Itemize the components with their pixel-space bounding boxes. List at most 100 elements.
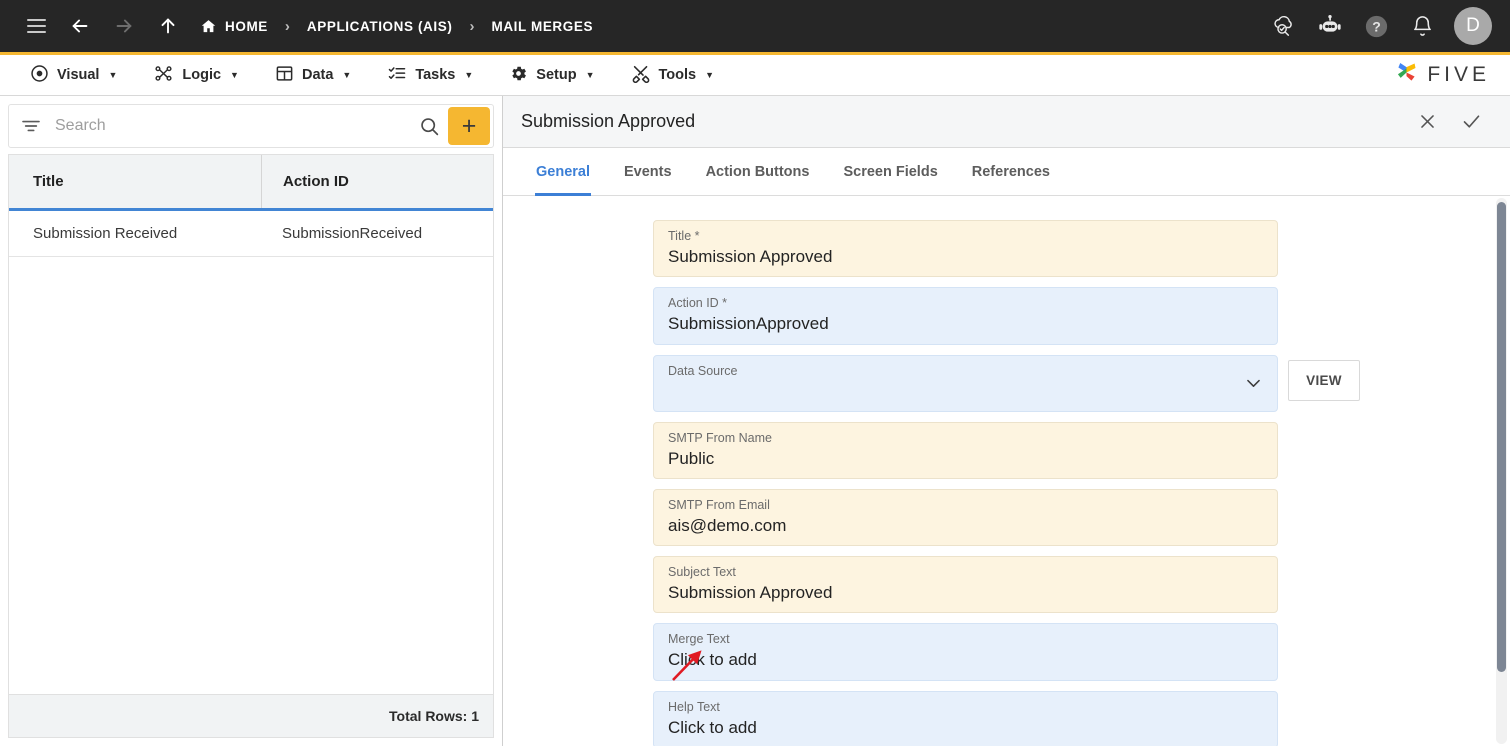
field-row-action-id: Action ID * SubmissionApproved	[653, 287, 1360, 344]
tab-screen-fields[interactable]: Screen Fields	[826, 148, 954, 195]
gear-icon	[509, 64, 528, 87]
tab-references[interactable]: References	[955, 148, 1067, 195]
plus-icon: +	[462, 114, 477, 139]
chevron-down-icon[interactable]	[1244, 374, 1263, 393]
main-content-area: + Title Action ID Submission Received Su…	[0, 96, 1510, 746]
field-label-subject-text: Subject Text	[668, 565, 1263, 580]
field-merge-text[interactable]: Merge Text Click to add	[653, 623, 1278, 680]
detail-panel-actions	[1414, 109, 1496, 135]
field-label-smtp-from-name: SMTP From Name	[668, 431, 1263, 446]
breadcrumb-label-home: HOME	[225, 19, 268, 34]
field-label-merge-text: Merge Text	[668, 632, 1263, 647]
field-smtp-from-email[interactable]: SMTP From Email ais@demo.com	[653, 489, 1278, 546]
breadcrumb-label-applications: APPLICATIONS (AIS)	[307, 19, 453, 34]
menu-item-setup[interactable]: Setup ▼	[491, 55, 612, 95]
breadcrumb-separator-2: ›	[469, 18, 474, 35]
breadcrumb-item-home[interactable]: HOME	[200, 18, 268, 35]
field-label-title: Title *	[668, 229, 1263, 244]
menu-item-tools[interactable]: Tools ▼	[613, 55, 733, 95]
tab-label-screen-fields: Screen Fields	[843, 164, 937, 180]
chevron-down-icon: ▼	[464, 70, 473, 80]
field-action-id[interactable]: Action ID * SubmissionApproved	[653, 287, 1278, 344]
field-label-data-source: Data Source	[668, 364, 1235, 379]
page-title: Submission Approved	[521, 111, 695, 132]
up-arrow-icon[interactable]	[146, 6, 190, 46]
field-row-title: Title * Submission Approved	[653, 220, 1360, 277]
field-help-text[interactable]: Help Text Click to add	[653, 691, 1278, 746]
tab-events[interactable]: Events	[607, 148, 689, 195]
breadcrumb-label-mail-merges: MAIL MERGES	[491, 19, 593, 34]
search-input[interactable]	[51, 117, 411, 135]
chevron-down-icon: ▼	[108, 70, 117, 80]
search-icon[interactable]	[411, 116, 448, 137]
column-header-action-id[interactable]: Action ID	[261, 155, 493, 208]
field-title[interactable]: Title * Submission Approved	[653, 220, 1278, 277]
field-row-smtp-from-name: SMTP From Name Public	[653, 422, 1360, 479]
top-nav-left-group: HOME › APPLICATIONS (AIS) › MAIL MERGES	[14, 6, 593, 46]
field-value-data-source	[668, 381, 1235, 402]
help-icon[interactable]: ?	[1355, 5, 1397, 47]
grid-header-row: Title Action ID	[9, 155, 493, 211]
tab-label-events: Events	[624, 164, 672, 180]
checklist-icon	[387, 64, 407, 87]
table-row[interactable]: Submission Received SubmissionReceived	[9, 211, 493, 257]
menu-item-logic[interactable]: Logic ▼	[135, 55, 257, 95]
brand-name: FIVE	[1427, 63, 1490, 87]
menu-label-tools: Tools	[659, 67, 697, 83]
tab-label-references: References	[972, 164, 1050, 180]
menu-label-setup: Setup	[536, 67, 576, 83]
cell-action-id: SubmissionReceived	[261, 225, 493, 242]
tab-general[interactable]: General	[519, 148, 607, 195]
column-header-title[interactable]: Title	[9, 155, 261, 208]
menu-item-tasks[interactable]: Tasks ▼	[369, 55, 491, 95]
view-data-source-button[interactable]: VIEW	[1288, 360, 1360, 401]
forward-arrow-icon[interactable]	[102, 6, 146, 46]
form-scroll-area: Title * Submission Approved Action ID * …	[503, 196, 1510, 746]
field-value-action-id: SubmissionApproved	[668, 313, 1263, 334]
close-icon[interactable]	[1414, 109, 1440, 135]
tab-label-action-buttons: Action Buttons	[706, 164, 810, 180]
general-tab-form: Title * Submission Approved Action ID * …	[503, 196, 1510, 746]
checkmark-icon[interactable]	[1458, 109, 1484, 135]
home-icon	[200, 18, 217, 35]
robot-assistant-icon[interactable]	[1309, 5, 1351, 47]
field-label-help-text: Help Text	[668, 700, 1263, 715]
table-grid-icon	[275, 64, 294, 87]
five-pinwheel-logo-icon	[1393, 59, 1420, 91]
detail-panel: Submission Approved General Events Actio…	[503, 96, 1510, 746]
field-value-help-text: Click to add	[668, 717, 1263, 738]
menu-item-data[interactable]: Data ▼	[257, 55, 369, 95]
records-grid: Title Action ID Submission Received Subm…	[8, 154, 494, 694]
detail-panel-header: Submission Approved	[503, 96, 1510, 148]
field-subject-text[interactable]: Subject Text Submission Approved	[653, 556, 1278, 613]
grid-footer: Total Rows: 1	[8, 694, 494, 738]
total-rows-label: Total Rows: 1	[389, 708, 479, 724]
hamburger-menu-icon[interactable]	[14, 6, 58, 46]
breadcrumb-item-mail-merges[interactable]: MAIL MERGES	[491, 19, 593, 34]
field-value-title: Submission Approved	[668, 246, 1263, 267]
filter-icon[interactable]	[9, 118, 51, 134]
field-data-source[interactable]: Data Source	[653, 355, 1278, 412]
field-row-data-source: Data Source VIEW	[653, 355, 1360, 412]
menu-item-visual[interactable]: Visual ▼	[12, 55, 135, 95]
notifications-bell-icon[interactable]	[1401, 5, 1443, 47]
main-menu-bar: Visual ▼ Logic ▼ Data ▼	[0, 55, 1510, 96]
chevron-down-icon: ▼	[230, 70, 239, 80]
scrollbar-thumb[interactable]	[1497, 202, 1506, 672]
field-smtp-from-name[interactable]: SMTP From Name Public	[653, 422, 1278, 479]
add-record-button[interactable]: +	[448, 107, 490, 145]
chevron-down-icon: ▼	[705, 70, 714, 80]
top-navigation-bar: HOME › APPLICATIONS (AIS) › MAIL MERGES	[0, 0, 1510, 52]
back-arrow-icon[interactable]	[58, 6, 102, 46]
breadcrumb-item-applications[interactable]: APPLICATIONS (AIS)	[307, 19, 453, 34]
menu-label-tasks: Tasks	[415, 67, 455, 83]
field-row-help-text: Help Text Click to add	[653, 691, 1360, 746]
field-label-smtp-from-email: SMTP From Email	[668, 498, 1263, 513]
cell-title: Submission Received	[9, 225, 261, 242]
cloud-search-icon[interactable]	[1263, 5, 1305, 47]
tab-action-buttons[interactable]: Action Buttons	[689, 148, 827, 195]
vertical-scrollbar[interactable]	[1496, 198, 1507, 744]
user-avatar[interactable]: D	[1454, 7, 1492, 45]
logic-nodes-icon	[153, 64, 174, 87]
grid-body: Submission Received SubmissionReceived	[9, 211, 493, 694]
